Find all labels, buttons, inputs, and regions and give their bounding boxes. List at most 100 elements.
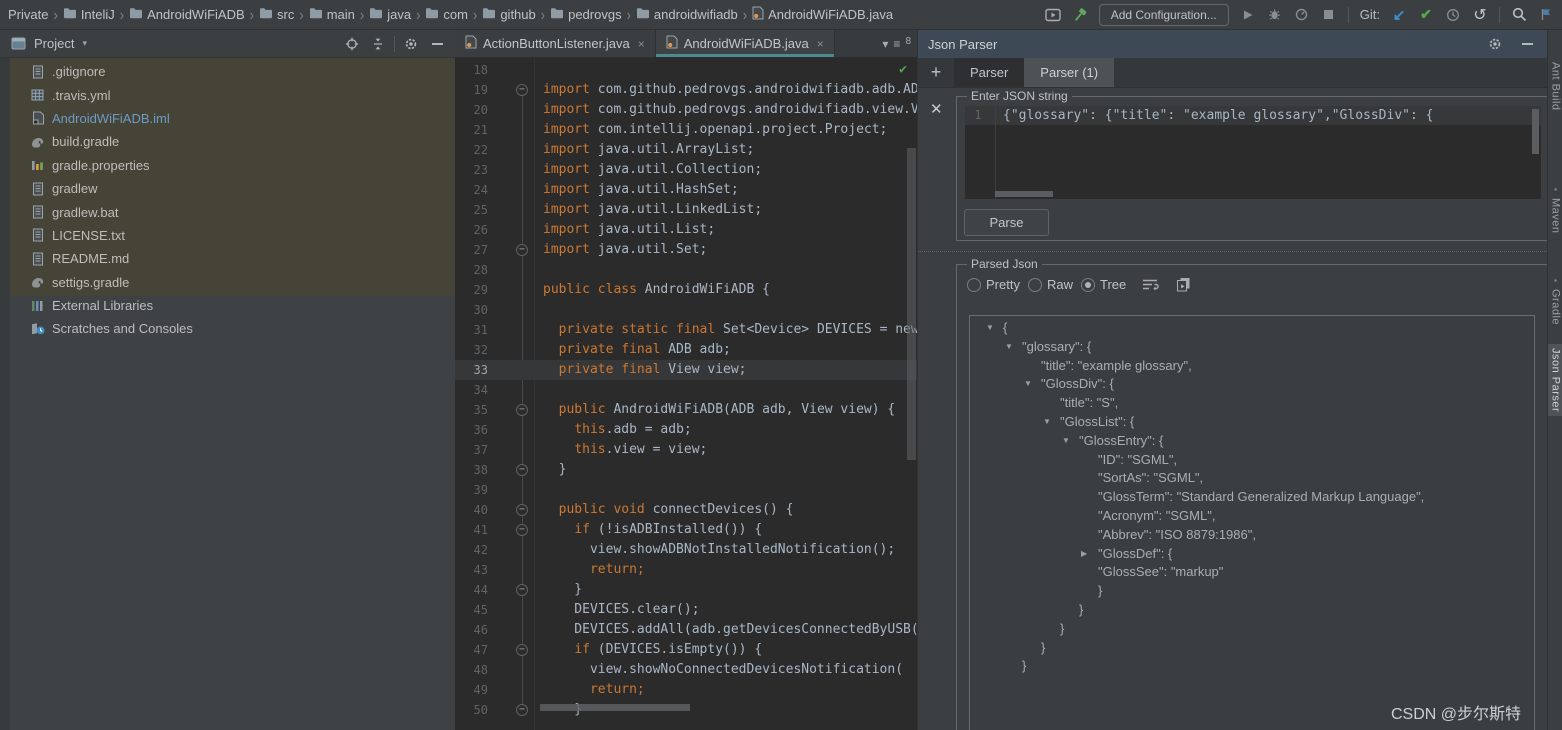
tab-list-icon[interactable]: ≡ — [893, 37, 900, 51]
json-input-text[interactable]: {"glossary": {"title": "example glossary… — [1003, 106, 1433, 125]
collapse-all-icon[interactable] — [368, 34, 388, 54]
tree-row[interactable]: ▼"glossary": { — [970, 338, 1534, 357]
code-line[interactable]: 24import java.util.HashSet; — [455, 180, 917, 200]
breadcrumb-item[interactable]: java — [369, 7, 411, 22]
tree-expand-icon[interactable]: ▶ — [1081, 545, 1087, 564]
close-parser-icon[interactable]: ✕ — [930, 100, 943, 118]
project-file-row[interactable]: gradlew — [10, 177, 455, 200]
update-project-icon[interactable]: ↙ — [1391, 6, 1407, 24]
tree-collapse-icon[interactable]: ▼ — [1062, 432, 1070, 451]
tool-stripe-gradle[interactable]: ▪Gradle — [1548, 273, 1562, 329]
tab-close-icon[interactable]: × — [817, 37, 824, 51]
code-line[interactable]: 20import com.github.pedrovgs.androidwifi… — [455, 100, 917, 120]
code-line[interactable]: 18 — [455, 60, 917, 80]
code-line[interactable]: 39 — [455, 480, 917, 500]
project-file-row[interactable]: gradle.properties — [10, 154, 455, 177]
tree-row[interactable]: ▼{ — [970, 319, 1534, 338]
breadcrumb-item[interactable]: InteliJ — [63, 7, 115, 22]
breadcrumb-item[interactable]: androidwifiadb — [636, 7, 738, 22]
code-line[interactable]: 32 private final ADB adb; — [455, 340, 917, 360]
fold-marker[interactable]: − — [516, 584, 528, 596]
json-input-editor[interactable]: 1 {"glossary": {"title": "example glossa… — [965, 106, 1541, 199]
notifications-flag-icon[interactable] — [1538, 6, 1554, 24]
radio-circle-icon[interactable] — [967, 278, 981, 292]
locate-target-icon[interactable] — [342, 34, 362, 54]
tree-row[interactable]: "title": "S", — [970, 394, 1534, 413]
code-line[interactable]: 29public class AndroidWiFiADB { — [455, 280, 917, 300]
breadcrumb-item[interactable]: AndroidWiFiADB — [129, 7, 245, 22]
parser-tab[interactable]: Parser (1) — [1024, 58, 1114, 87]
parser-tab[interactable]: Parser — [954, 58, 1024, 87]
code-line[interactable]: 21import com.intellij.openapi.project.Pr… — [455, 120, 917, 140]
fold-marker[interactable]: − — [516, 84, 528, 96]
code-line[interactable]: 48 view.showNoConnectedDevicesNotificati… — [455, 660, 917, 680]
code-line[interactable]: 27−import java.util.Set; — [455, 240, 917, 260]
tree-row[interactable]: ▶"GlossDef": { — [970, 545, 1534, 564]
code-editor[interactable]: 1819−import com.github.pedrovgs.androidw… — [455, 58, 917, 730]
code-line[interactable]: 30 — [455, 300, 917, 320]
breadcrumb-item[interactable]: Private — [8, 7, 48, 22]
project-file-row[interactable]: .travis.yml — [10, 83, 455, 106]
tree-row[interactable]: } — [970, 639, 1534, 658]
tab-dropdown-icon[interactable]: ▾ — [882, 37, 888, 51]
tree-row[interactable]: } — [970, 657, 1534, 676]
run-anything-icon[interactable] — [1045, 6, 1061, 24]
radio-pretty[interactable]: Pretty — [967, 277, 1020, 292]
parse-button[interactable]: Parse — [964, 209, 1049, 236]
radio-circle-icon[interactable] — [1028, 278, 1042, 292]
fold-marker[interactable]: − — [516, 644, 528, 656]
tree-row[interactable]: ▼"GlossEntry": { — [970, 432, 1534, 451]
tab-overflow-controls[interactable]: ▾ ≡ 8 — [882, 30, 911, 58]
tree-row[interactable]: "SortAs": "SGML", — [970, 469, 1534, 488]
breadcrumb-item[interactable]: github — [482, 7, 535, 22]
code-line[interactable]: 33 private final View view; — [455, 360, 917, 380]
tree-row[interactable]: ▼"GlossDiv": { — [970, 375, 1534, 394]
code-line[interactable]: 45 DEVICES.clear(); — [455, 600, 917, 620]
tree-row[interactable]: "title": "example glossary", — [970, 357, 1534, 376]
stop-icon[interactable] — [1321, 6, 1337, 24]
breadcrumb-item[interactable]: AndroidWiFiADB.java — [752, 6, 893, 23]
code-line[interactable]: 36 this.adb = adb; — [455, 420, 917, 440]
project-file-row[interactable]: gradlew.bat — [10, 200, 455, 223]
radio-tree[interactable]: Tree — [1081, 277, 1126, 292]
editor-horizontal-scrollbar[interactable] — [540, 704, 690, 711]
tab-close-icon[interactable]: × — [638, 37, 645, 51]
fold-marker[interactable]: − — [516, 244, 528, 256]
json-input-horizontal-scrollbar[interactable] — [995, 191, 1053, 197]
code-line[interactable]: 38− } — [455, 460, 917, 480]
tree-row[interactable]: } — [970, 620, 1534, 639]
tree-row[interactable]: } — [970, 601, 1534, 620]
tool-stripe-ant-build[interactable]: Ant Build — [1548, 58, 1562, 115]
debug-bug-icon[interactable] — [1267, 6, 1283, 24]
tool-stripe-maven[interactable]: ▪Maven — [1548, 182, 1562, 238]
history-clock-icon[interactable] — [1445, 6, 1461, 24]
project-file-row[interactable]: LICENSE.txt — [10, 224, 455, 247]
project-file-row[interactable]: External Libraries — [10, 294, 455, 317]
editor-tab[interactable]: AndroidWiFiADB.java× — [656, 30, 835, 57]
tree-collapse-icon[interactable]: ▼ — [1005, 338, 1013, 357]
tree-row[interactable]: ▼"GlossList": { — [970, 413, 1534, 432]
fold-marker[interactable]: − — [516, 704, 528, 716]
copy-icon[interactable] — [1176, 277, 1191, 292]
code-line[interactable]: 40− public void connectDevices() { — [455, 500, 917, 520]
fold-marker[interactable]: − — [516, 464, 528, 476]
json-input-vertical-scrollbar[interactable] — [1532, 109, 1539, 154]
code-line[interactable]: 37 this.view = view; — [455, 440, 917, 460]
hide-panel-icon[interactable] — [427, 34, 447, 54]
code-line[interactable]: 43 return; — [455, 560, 917, 580]
fold-marker[interactable]: − — [516, 504, 528, 516]
project-file-row[interactable]: Scratches and Consoles — [10, 317, 455, 340]
tree-row[interactable]: "GlossTerm": "Standard Generalized Marku… — [970, 488, 1534, 507]
project-file-row[interactable]: build.gradle — [10, 130, 455, 153]
code-line[interactable]: 31 private static final Set<Device> DEVI… — [455, 320, 917, 340]
tree-row[interactable]: } — [970, 582, 1534, 601]
project-file-row[interactable]: .gitignore — [10, 60, 455, 83]
profiler-icon[interactable] — [1294, 6, 1310, 24]
project-panel-title[interactable]: Project — [34, 36, 74, 51]
run-icon[interactable] — [1240, 6, 1256, 24]
tool-stripe-json-parser[interactable]: Json Parser — [1548, 344, 1562, 416]
tree-collapse-icon[interactable]: ▼ — [1024, 375, 1032, 394]
tree-row[interactable]: "GlossSee": "markup" — [970, 563, 1534, 582]
radio-circle-icon[interactable] — [1081, 278, 1095, 292]
search-everywhere-icon[interactable] — [1511, 6, 1527, 24]
